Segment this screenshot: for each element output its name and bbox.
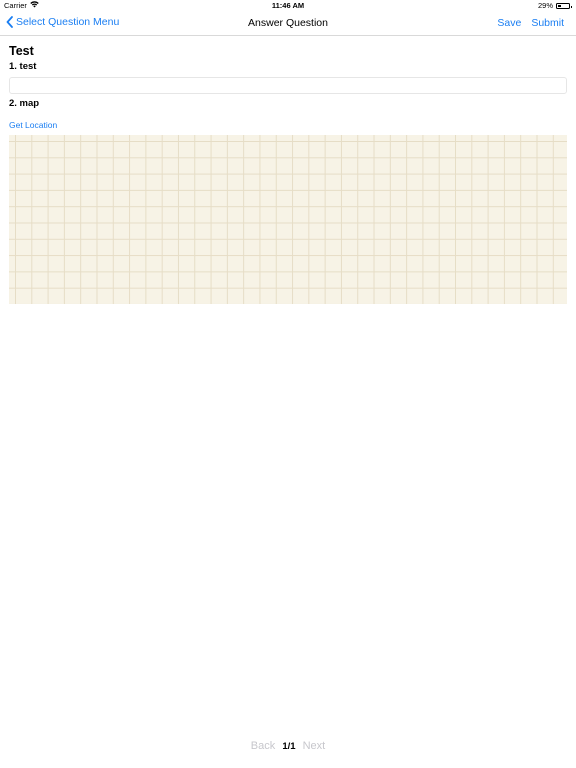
status-right: 29% [537, 0, 572, 12]
question-2-label: 2. map [9, 98, 40, 109]
navigation-bar: Select Question Menu Answer Question Sav… [0, 12, 576, 36]
status-time: 11:46 AM [271, 1, 305, 10]
back-page-button[interactable]: Back [251, 740, 275, 752]
survey-title: Test [9, 44, 34, 58]
save-button[interactable]: Save [497, 17, 521, 29]
page-title: Answer Question [248, 17, 328, 29]
next-page-button[interactable]: Next [303, 740, 326, 752]
nav-actions: Save Submit [497, 17, 564, 29]
status-bar: Carrier 11:46 AM 29% [0, 0, 576, 12]
battery-fill [558, 5, 561, 7]
screen: Carrier 11:46 AM 29% Select Question Men… [0, 0, 576, 768]
pagination: Back 1/1 Next [0, 740, 576, 752]
question-1-answer-input[interactable] [9, 77, 567, 94]
battery-tip [570, 5, 572, 8]
get-location-button[interactable]: Get Location [9, 120, 57, 130]
submit-button[interactable]: Submit [531, 17, 564, 29]
question-1-label: 1. test [9, 61, 37, 72]
map-view[interactable] [9, 135, 567, 304]
battery-percent: 29% [537, 1, 553, 10]
battery-icon [556, 3, 572, 9]
question-content: Test 1. test 2. map Get Location [9, 44, 567, 133]
page-indicator: 1/1 [282, 741, 296, 752]
